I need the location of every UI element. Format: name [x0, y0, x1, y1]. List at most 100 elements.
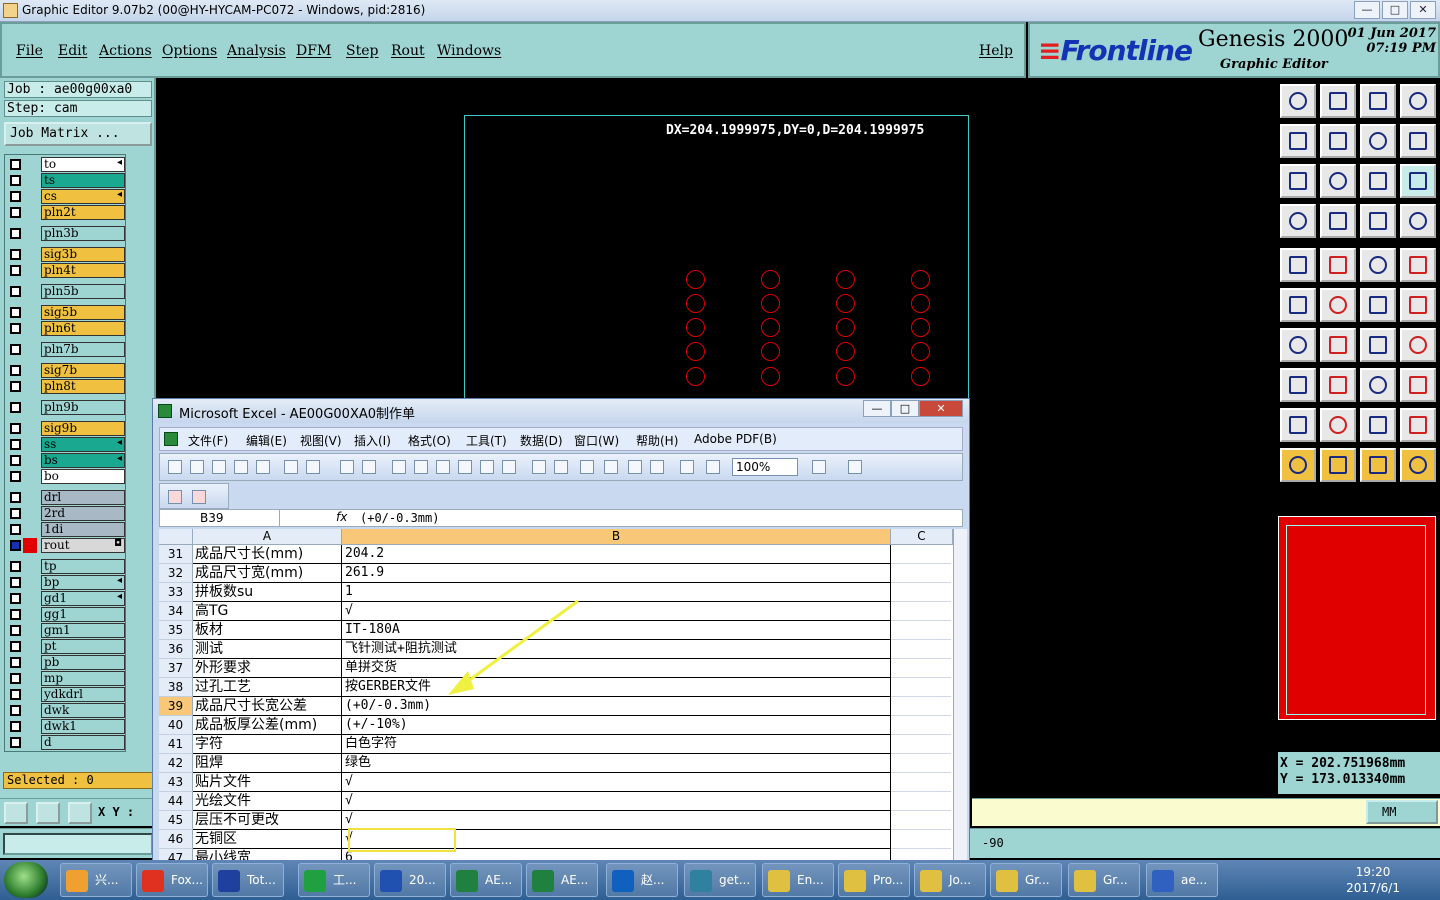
question-icon[interactable]: [1400, 164, 1436, 198]
layer-checkbox[interactable]: [10, 423, 21, 434]
minus-icon[interactable]: [1320, 368, 1356, 402]
menu-rout[interactable]: Rout: [391, 43, 425, 59]
cell-a[interactable]: 板材: [193, 621, 342, 640]
toolbar-button-icon[interactable]: [812, 460, 826, 474]
cell-c[interactable]: [891, 583, 951, 602]
layer-checkbox[interactable]: [10, 307, 21, 318]
cell-c[interactable]: [891, 564, 951, 583]
flip-icon[interactable]: [1400, 328, 1436, 362]
layer-name[interactable]: pln8t: [41, 379, 125, 394]
layer-checkbox[interactable]: [10, 471, 21, 482]
layer-checkbox[interactable]: [10, 673, 21, 684]
cell-a[interactable]: 成品尺寸长(mm): [193, 545, 342, 564]
layer-row-1di[interactable]: 1di: [7, 522, 125, 537]
layer-stack-icon[interactable]: [1360, 204, 1396, 238]
cell-b[interactable]: (+0/-0.3mm): [342, 697, 891, 716]
layer-row-ss[interactable]: ss ◂: [7, 437, 125, 452]
menu-step[interactable]: Step: [346, 43, 378, 59]
row-header[interactable]: 45: [159, 811, 193, 830]
cross-icon[interactable]: [1320, 288, 1356, 322]
layer-checkbox[interactable]: [10, 286, 21, 297]
diagonal-icon[interactable]: [1320, 248, 1356, 282]
select-icon[interactable]: [1280, 248, 1316, 282]
layer-name[interactable]: drl: [41, 490, 125, 505]
taskbar-item[interactable]: Gr...: [990, 863, 1062, 897]
cell-a[interactable]: 测试: [193, 640, 342, 659]
layer-row-bo[interactable]: bo: [7, 469, 125, 484]
row-header[interactable]: 33: [159, 583, 193, 602]
row-header[interactable]: 42: [159, 754, 193, 773]
cell-c[interactable]: [891, 678, 951, 697]
layer-row-ts[interactable]: ts: [7, 173, 125, 188]
layer-checkbox[interactable]: [10, 439, 21, 450]
row-header[interactable]: 36: [159, 640, 193, 659]
cell-c[interactable]: [891, 792, 951, 811]
layer-name[interactable]: bs: [41, 453, 125, 468]
units-button[interactable]: MM: [1366, 800, 1438, 824]
cell-c[interactable]: [891, 640, 951, 659]
taskbar-item[interactable]: Fox...: [136, 863, 208, 897]
layer-checkbox[interactable]: [10, 689, 21, 700]
layer-name[interactable]: sig9b: [41, 421, 125, 436]
layer-name[interactable]: gm1: [41, 623, 125, 638]
toolbar-button-icon[interactable]: [234, 460, 248, 474]
layer-checkbox[interactable]: [10, 228, 21, 239]
cell-b[interactable]: √: [342, 602, 891, 621]
layer-checkbox[interactable]: [10, 175, 21, 186]
upload-icon[interactable]: [1280, 84, 1316, 118]
toolbar-button-icon[interactable]: [532, 460, 546, 474]
toolbar-button-icon[interactable]: [480, 460, 494, 474]
vertical-scrollbar[interactable]: [953, 529, 967, 861]
layer-row-drl[interactable]: drl: [7, 490, 125, 505]
toolbar-button-icon[interactable]: [502, 460, 516, 474]
row-header[interactable]: 39: [159, 697, 193, 716]
layer-row-pln6t[interactable]: pln6t: [7, 321, 125, 336]
layer-name[interactable]: sig3b: [41, 247, 125, 262]
excel-menu-item[interactable]: 工具(T): [466, 432, 507, 449]
layer-name[interactable]: 1di: [41, 522, 125, 537]
toolbar-button-icon[interactable]: [680, 460, 694, 474]
layer-name[interactable]: gg1: [41, 607, 125, 622]
toolbar-button-icon[interactable]: [706, 460, 720, 474]
excel-menu-item[interactable]: 插入(I): [354, 432, 391, 449]
layer-row-dwk[interactable]: dwk: [7, 703, 125, 718]
layer-row-sig5b[interactable]: sig5b: [7, 305, 125, 320]
taskbar-item[interactable]: Gr...: [1068, 863, 1140, 897]
menu-file[interactable]: File: [16, 43, 43, 59]
cell-c[interactable]: [891, 545, 951, 564]
cell-a[interactable]: 高TG: [193, 602, 342, 621]
overview-map[interactable]: [1278, 516, 1436, 720]
layer-checkbox[interactable]: [10, 561, 21, 572]
ruler-icon[interactable]: [1360, 248, 1396, 282]
layer-row-pb[interactable]: pb: [7, 655, 125, 670]
cell-c[interactable]: [891, 602, 951, 621]
fx-icon[interactable]: fx: [336, 510, 347, 524]
cell-a[interactable]: 无铜区: [193, 830, 342, 849]
home-icon[interactable]: [1360, 84, 1396, 118]
layer-row-pln2t[interactable]: pln2t: [7, 205, 125, 220]
excel-menu-item[interactable]: 数据(D): [520, 432, 563, 449]
excel-close-button[interactable]: ✕: [919, 400, 963, 417]
layer-row-to[interactable]: to ◂: [7, 157, 125, 172]
layer-name[interactable]: rout: [41, 538, 125, 553]
excel-menu-item[interactable]: 文件(F): [188, 432, 228, 449]
menu-windows[interactable]: Windows: [437, 43, 501, 59]
cell-a[interactable]: 成品尺寸长宽公差: [193, 697, 342, 716]
taskbar-item[interactable]: ae...: [1146, 863, 1218, 897]
toolbar-button-icon[interactable]: [256, 460, 270, 474]
menu-help[interactable]: Help: [979, 43, 1013, 59]
toolbar-button-icon[interactable]: [168, 460, 182, 474]
menu-options[interactable]: Options: [162, 43, 217, 59]
layer-name[interactable]: pln2t: [41, 205, 125, 220]
excel-menu-item[interactable]: 视图(V): [300, 432, 342, 449]
toolbar-button-icon[interactable]: [628, 460, 642, 474]
row-header[interactable]: 37: [159, 659, 193, 678]
layer-name[interactable]: sig7b: [41, 363, 125, 378]
layer-name[interactable]: ydkdrl: [41, 687, 125, 702]
formula-input[interactable]: (+0/-0.3mm): [360, 511, 439, 525]
move-icon[interactable]: [1280, 368, 1316, 402]
cell-c[interactable]: [891, 621, 951, 640]
measure-icon[interactable]: [36, 802, 60, 824]
layer-row-d[interactable]: d: [7, 735, 125, 750]
cell-b[interactable]: 204.2: [342, 545, 891, 564]
